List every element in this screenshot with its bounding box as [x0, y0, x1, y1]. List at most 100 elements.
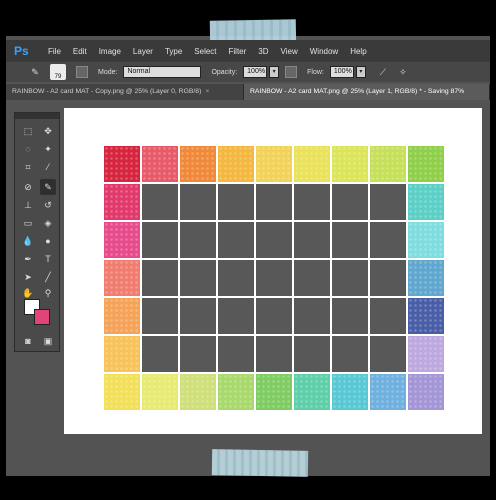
- patterned-paper-tile: [370, 146, 406, 182]
- zoom-tool-icon[interactable]: ⚲: [40, 285, 56, 301]
- airbrush-icon[interactable]: ⟋: [374, 65, 392, 79]
- pressure-opacity-icon[interactable]: [285, 66, 298, 78]
- patterned-paper-tile: [332, 374, 368, 410]
- empty-photo-slot: [370, 222, 406, 258]
- brush-panel-icon[interactable]: [76, 66, 88, 78]
- flow-dropdown-icon[interactable]: ▾: [355, 66, 366, 78]
- patterned-paper-tile: [256, 374, 292, 410]
- menu-image[interactable]: Image: [99, 47, 121, 56]
- dodge-tool-icon[interactable]: ●: [40, 233, 56, 249]
- patterned-paper-tile: [104, 260, 140, 296]
- type-tool-icon[interactable]: T: [40, 251, 56, 267]
- photoshop-logo: Ps: [14, 44, 29, 58]
- patterned-paper-tile: [104, 184, 140, 220]
- empty-photo-slot: [218, 222, 254, 258]
- mode-label: Mode:: [98, 68, 118, 76]
- patterned-paper-tile: [142, 374, 178, 410]
- empty-photo-slot: [370, 336, 406, 372]
- patterned-paper-tile: [408, 298, 444, 334]
- menu-3d[interactable]: 3D: [258, 47, 268, 56]
- background-color-swatch[interactable]: [34, 309, 50, 325]
- patterned-paper-tile: [218, 146, 254, 182]
- lasso-tool-icon[interactable]: ◌: [20, 141, 36, 157]
- empty-photo-slot: [332, 260, 368, 296]
- magic-wand-icon[interactable]: ✦: [40, 141, 56, 157]
- crop-tool-icon[interactable]: ⌗: [20, 159, 36, 175]
- menu-layer[interactable]: Layer: [133, 47, 153, 56]
- healing-brush-icon[interactable]: ⊘: [20, 179, 36, 195]
- brush-preset-picker[interactable]: 79: [50, 64, 66, 80]
- empty-photo-slot: [256, 260, 292, 296]
- empty-photo-slot: [180, 336, 216, 372]
- document-tabs: RAINBOW - A2 card MAT - Copy.png @ 25% (…: [6, 84, 490, 100]
- empty-photo-slot: [218, 184, 254, 220]
- empty-photo-slot: [180, 298, 216, 334]
- line-tool-icon[interactable]: ╱: [40, 269, 56, 285]
- move-tool-icon[interactable]: ✥: [40, 123, 56, 139]
- empty-photo-slot: [370, 298, 406, 334]
- brush-tool-selected-icon[interactable]: ✎: [40, 179, 56, 195]
- marquee-tool-icon[interactable]: ⬚: [20, 123, 36, 139]
- patterned-paper-tile: [104, 146, 140, 182]
- history-brush-icon[interactable]: ↺: [40, 197, 56, 213]
- patterned-paper-tile: [142, 146, 178, 182]
- mode-select[interactable]: Normal: [123, 66, 202, 78]
- patterned-paper-tile: [180, 146, 216, 182]
- patterned-paper-tile: [218, 374, 254, 410]
- patterned-paper-tile: [294, 146, 330, 182]
- tools-panel: ⬚ ✥ ◌ ✦ ⌗ ⁄ ⊘ ✎ ⊥ ↺ ▭ ◈ 💧 ● ✒ T ➤ ╱ ✋ ⚲ …: [14, 112, 60, 352]
- quick-mask-icon[interactable]: ◙: [20, 333, 36, 349]
- clone-stamp-icon[interactable]: ⊥: [20, 197, 36, 213]
- washi-tape-bottom: [211, 449, 309, 477]
- paint-bucket-icon[interactable]: ◈: [40, 215, 56, 231]
- tools-panel-header: [15, 113, 59, 119]
- empty-photo-slot: [332, 336, 368, 372]
- empty-photo-slot: [142, 336, 178, 372]
- menu-edit[interactable]: Edit: [73, 47, 87, 56]
- menu-view[interactable]: View: [281, 47, 298, 56]
- screen-mode-icon[interactable]: ▣: [40, 333, 56, 349]
- menu-filter[interactable]: Filter: [229, 47, 247, 56]
- empty-photo-slot: [370, 260, 406, 296]
- empty-photo-slot: [218, 336, 254, 372]
- blur-tool-icon[interactable]: 💧: [20, 233, 36, 249]
- patterned-paper-tile: [256, 146, 292, 182]
- empty-photo-slot: [218, 298, 254, 334]
- pressure-size-icon[interactable]: ✧: [394, 65, 412, 79]
- pen-tool-icon[interactable]: ✒: [20, 251, 36, 267]
- patterned-paper-tile: [104, 222, 140, 258]
- menu-select[interactable]: Select: [194, 47, 216, 56]
- close-icon[interactable]: ×: [205, 88, 209, 95]
- empty-photo-slot: [142, 298, 178, 334]
- empty-photo-slot: [142, 260, 178, 296]
- opacity-dropdown-icon[interactable]: ▾: [269, 66, 280, 78]
- patterned-paper-tile: [104, 298, 140, 334]
- eyedropper-icon[interactable]: ⁄: [40, 159, 56, 175]
- empty-photo-slot: [294, 222, 330, 258]
- opacity-field[interactable]: 100%: [243, 66, 268, 78]
- empty-photo-slot: [332, 222, 368, 258]
- patterned-paper-tile: [408, 336, 444, 372]
- eraser-icon[interactable]: ▭: [20, 215, 36, 231]
- empty-photo-slot: [218, 260, 254, 296]
- empty-photo-slot: [180, 184, 216, 220]
- path-select-icon[interactable]: ➤: [20, 269, 36, 285]
- menu-window[interactable]: Window: [310, 47, 338, 56]
- empty-photo-slot: [142, 222, 178, 258]
- menu-type[interactable]: Type: [165, 47, 182, 56]
- tab-document-copy[interactable]: RAINBOW - A2 card MAT - Copy.png @ 25% (…: [6, 84, 244, 100]
- patterned-paper-tile: [408, 260, 444, 296]
- empty-photo-slot: [142, 184, 178, 220]
- empty-photo-slot: [370, 184, 406, 220]
- menu-file[interactable]: File: [48, 47, 61, 56]
- document-canvas[interactable]: [64, 108, 482, 434]
- opacity-label: Opacity:: [211, 68, 238, 76]
- brush-tool-icon[interactable]: ✎: [26, 65, 44, 79]
- flow-field[interactable]: 100%: [329, 66, 354, 78]
- patterned-paper-tile: [408, 222, 444, 258]
- empty-photo-slot: [180, 260, 216, 296]
- menu-help[interactable]: Help: [350, 47, 366, 56]
- patterned-paper-tile: [180, 374, 216, 410]
- tab-document-active[interactable]: RAINBOW - A2 card MAT.png @ 25% (Layer 1…: [244, 84, 490, 100]
- tab-label: RAINBOW - A2 card MAT - Copy.png @ 25% (…: [12, 88, 202, 95]
